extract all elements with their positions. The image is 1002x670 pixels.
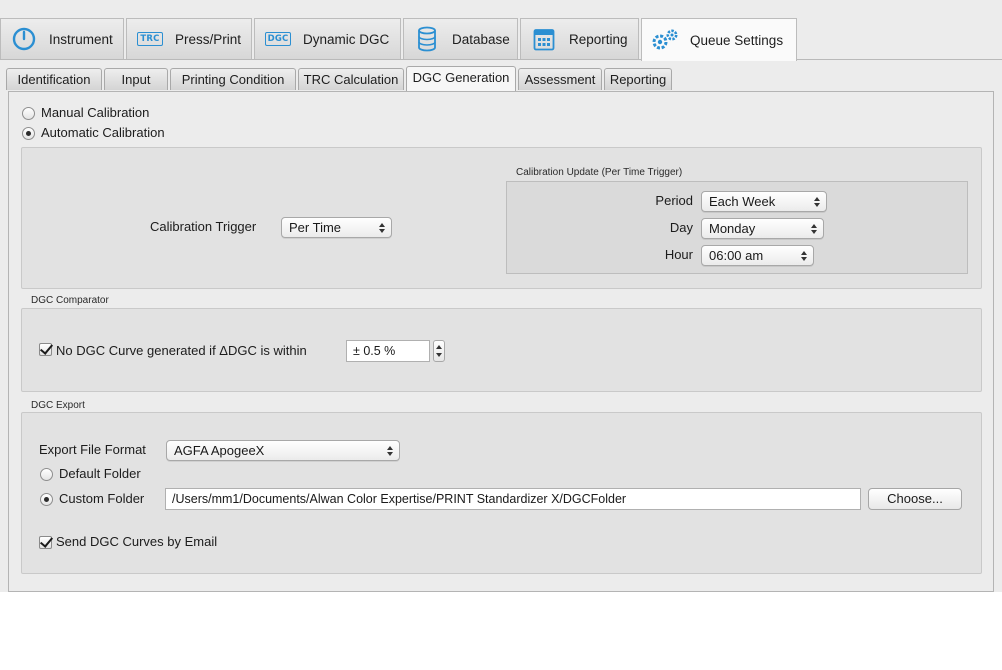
default-folder-radio[interactable] (40, 468, 53, 481)
main-toolbar: Instrument TRC Press/Print DGC Dynamic D… (0, 18, 1002, 61)
select-arrows-icon (387, 443, 393, 458)
subtab-dgc-generation[interactable]: DGC Generation (406, 66, 516, 91)
trc-icon: TRC (135, 27, 165, 51)
sub-tab-bar: Identification Input Printing Condition … (6, 66, 996, 92)
day-select[interactable]: Monday (701, 218, 824, 239)
default-folder-label: Default Folder (59, 466, 141, 481)
automatic-calibration-label: Automatic Calibration (41, 125, 165, 140)
choose-folder-button[interactable]: Choose... (868, 488, 962, 510)
tab-press-print[interactable]: TRC Press/Print (126, 18, 252, 59)
automatic-calibration-radio[interactable] (22, 127, 35, 140)
select-arrows-icon (379, 220, 385, 235)
calibration-trigger-value: Per Time (289, 220, 342, 235)
tab-dynamic-dgc[interactable]: DGC Dynamic DGC (254, 18, 401, 59)
dgc-export-group: Export File Format AGFA ApogeeX Default … (21, 412, 982, 574)
instrument-icon (9, 27, 39, 51)
subtab-reporting[interactable]: Reporting (604, 68, 672, 90)
delta-dgc-input[interactable]: ± 0.5 % (346, 340, 430, 362)
dgc-comparator-title: DGC Comparator (31, 295, 109, 306)
export-file-format-label: Export File Format (39, 442, 146, 457)
no-dgc-curve-label: No DGC Curve generated if ΔDGC is within (56, 343, 307, 358)
select-arrows-icon (811, 221, 817, 236)
delta-dgc-stepper[interactable] (433, 340, 445, 362)
subtab-printing-condition[interactable]: Printing Condition (170, 68, 296, 90)
tab-instrument-label: Instrument (49, 31, 113, 47)
calibration-trigger-label: Calibration Trigger (150, 219, 257, 234)
application-window: Instrument TRC Press/Print DGC Dynamic D… (0, 0, 1002, 592)
custom-folder-radio[interactable] (40, 493, 53, 506)
period-label: Period (655, 193, 693, 208)
manual-calibration-radio[interactable] (22, 107, 35, 120)
calibration-trigger-select[interactable]: Per Time (281, 217, 392, 238)
day-value: Monday (709, 221, 756, 236)
database-icon (412, 26, 442, 52)
dgc-icon: DGC (263, 27, 293, 51)
custom-folder-path-field[interactable]: /Users/mm1/Documents/Alwan Color Experti… (165, 488, 861, 510)
send-by-email-checkbox[interactable] (39, 536, 52, 549)
calibration-update-box: Period Each Week Day Monday Hour 06:00 a… (506, 181, 968, 274)
gears-icon (650, 28, 680, 52)
dgc-export-title: DGC Export (31, 400, 85, 411)
tab-database-label: Database (452, 31, 510, 47)
subtab-assessment[interactable]: Assessment (518, 68, 602, 90)
calendar-icon (529, 27, 559, 51)
subtab-trc-calculation[interactable]: TRC Calculation (298, 68, 404, 90)
period-select[interactable]: Each Week (701, 191, 827, 212)
hour-label: Hour (664, 247, 693, 262)
tab-reporting-label: Reporting (569, 31, 628, 47)
tab-queue-settings-label: Queue Settings (690, 32, 784, 48)
tab-press-print-label: Press/Print (175, 31, 242, 47)
calibration-update-title: Calibration Update (Per Time Trigger) (516, 167, 683, 178)
subtab-identification[interactable]: Identification (6, 68, 102, 90)
tab-dynamic-dgc-label: Dynamic DGC (303, 31, 390, 47)
dgc-generation-panel: Manual Calibration Automatic Calibration… (8, 91, 994, 592)
hour-select[interactable]: 06:00 am (701, 245, 814, 266)
select-arrows-icon (814, 194, 820, 209)
export-file-format-select[interactable]: AGFA ApogeeX (166, 440, 400, 461)
period-value: Each Week (709, 194, 776, 209)
tab-queue-settings[interactable]: Queue Settings (641, 18, 797, 61)
calibration-group: Calibration Trigger Per Time Calibration… (21, 147, 982, 289)
dgc-comparator-group: No DGC Curve generated if ΔDGC is within… (21, 308, 982, 392)
hour-value: 06:00 am (709, 248, 764, 263)
manual-calibration-label: Manual Calibration (41, 105, 150, 120)
tab-reporting[interactable]: Reporting (520, 18, 639, 59)
no-dgc-curve-checkbox[interactable] (39, 343, 52, 356)
select-arrows-icon (801, 248, 807, 263)
tab-instrument[interactable]: Instrument (0, 18, 124, 59)
subtab-input[interactable]: Input (104, 68, 168, 90)
send-by-email-label: Send DGC Curves by Email (56, 534, 218, 549)
custom-folder-label: Custom Folder (59, 491, 145, 506)
tab-database[interactable]: Database (403, 18, 518, 59)
day-label: Day (669, 220, 693, 235)
export-file-format-value: AGFA ApogeeX (174, 443, 265, 458)
